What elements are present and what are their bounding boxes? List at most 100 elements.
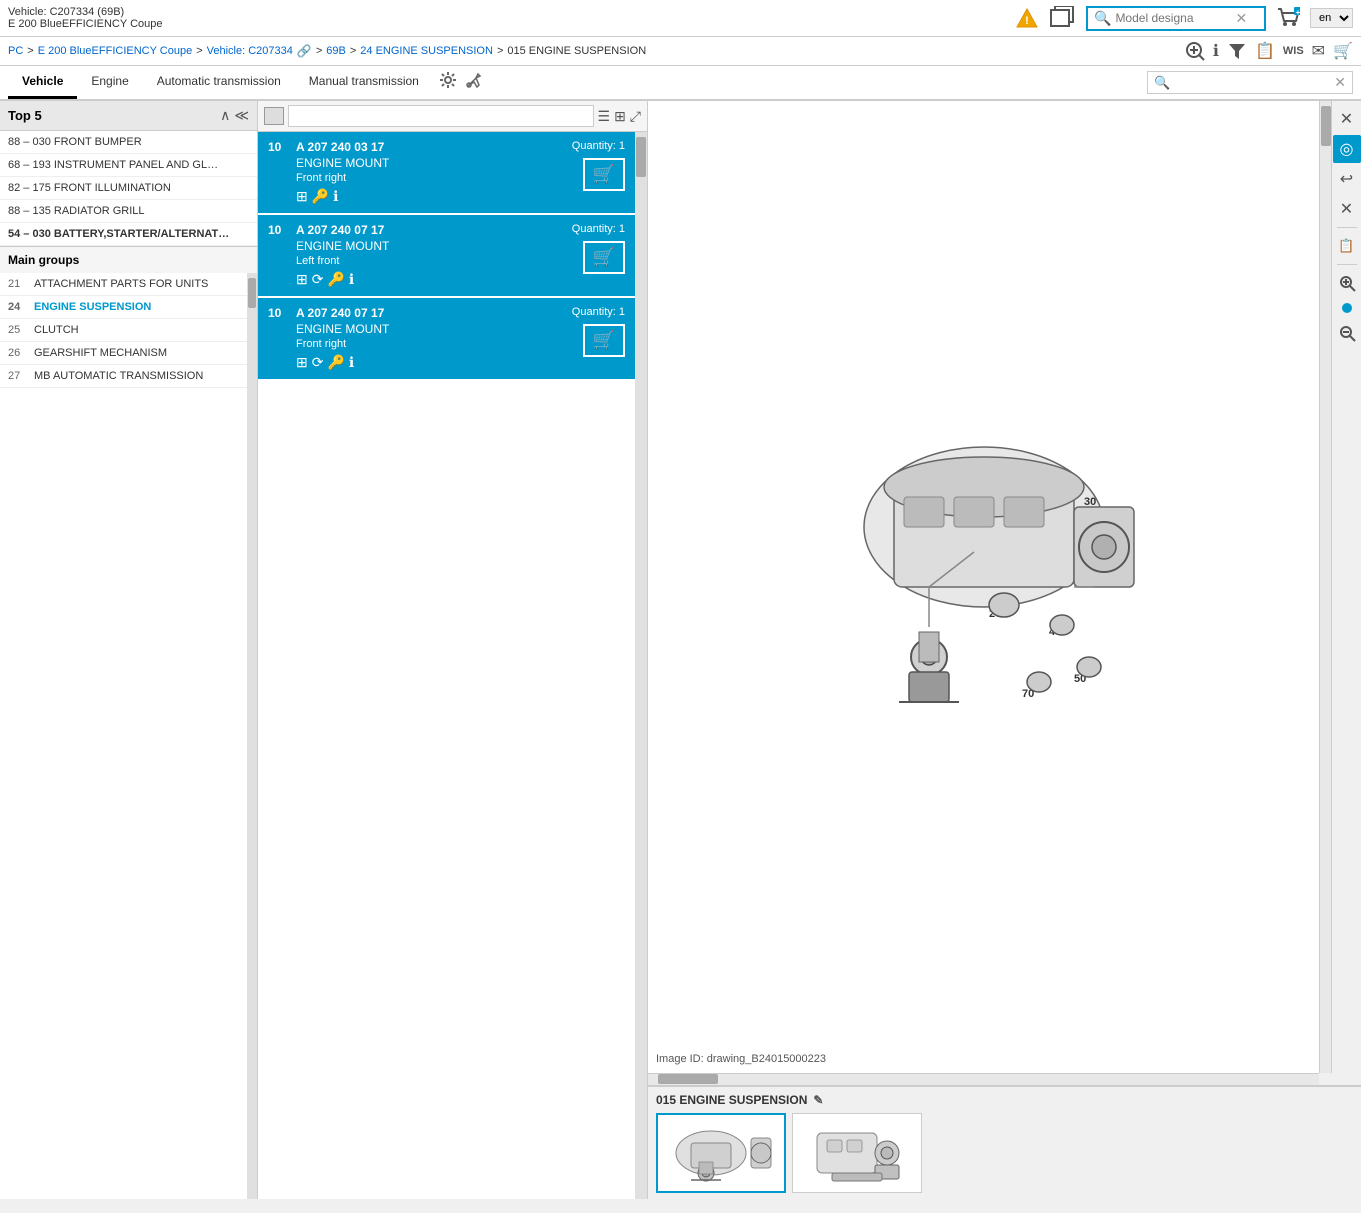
vehicle-link-icon[interactable]: 🔗: [297, 44, 312, 58]
part-refresh-btn-3[interactable]: ⟳: [312, 354, 324, 371]
parts-list: 10 A 207 240 03 17 ENGINE MOUNT Front ri…: [258, 132, 635, 1199]
top5-collapse-btn[interactable]: ∧: [220, 107, 230, 124]
tab-engine[interactable]: Engine: [77, 66, 142, 99]
thumbnail-2[interactable]: [792, 1113, 922, 1193]
part-grid-btn-1[interactable]: ⊞: [296, 188, 308, 205]
image-vscrollbar[interactable]: [1319, 101, 1331, 1073]
image-vscroll-thumb[interactable]: [1321, 106, 1331, 146]
top5-item[interactable]: 82 – 175 FRONT ILLUMINATION: [0, 177, 257, 200]
warning-btn[interactable]: !: [1014, 6, 1040, 30]
breadcrumb-vehicle[interactable]: Vehicle: C207334: [207, 45, 293, 57]
thumbnail-1[interactable]: [656, 1113, 786, 1193]
grid-view-btn[interactable]: ⊞: [614, 108, 626, 125]
part-info-btn-3[interactable]: ℹ: [349, 354, 354, 371]
part-key-btn-1[interactable]: 🔑: [312, 188, 329, 205]
model-search-input[interactable]: [1115, 11, 1235, 25]
zoom-out-rt-btn[interactable]: [1333, 319, 1361, 347]
part-info-btn-1[interactable]: ℹ: [333, 188, 338, 205]
add-to-cart-btn-1[interactable]: 🛒: [583, 158, 625, 191]
search-clear-icon[interactable]: ✕: [1235, 10, 1247, 27]
tab-search-box[interactable]: 🔍 ✕: [1147, 71, 1353, 94]
top5-item[interactable]: 88 – 135 RADIATOR GRILL: [0, 200, 257, 223]
list-view-btn[interactable]: ☰: [598, 108, 611, 125]
wis-bc-btn[interactable]: WIS: [1283, 45, 1304, 57]
zoom-in-bc-btn[interactable]: [1185, 41, 1205, 61]
image-hscroll-thumb[interactable]: [658, 1074, 718, 1084]
sidebar: Top 5 ∧ ≪ 88 – 030 FRONT BUMPER 68 – 193…: [0, 101, 258, 1199]
cart-bc-btn[interactable]: 🛒: [1333, 41, 1353, 61]
back-right-btn[interactable]: ↩: [1333, 165, 1361, 193]
close-right-btn[interactable]: ✕: [1333, 105, 1361, 133]
top5-item[interactable]: 88 – 030 FRONT BUMPER: [0, 131, 257, 154]
copy-image-btn[interactable]: 📋: [1333, 232, 1361, 260]
image-panel: 10 30 20 40 70 50: [648, 101, 1361, 1073]
part-key-btn-2[interactable]: 🔑: [327, 271, 344, 288]
svg-text:!: !: [1025, 15, 1029, 27]
part-refresh-btn-2[interactable]: ⟳: [312, 271, 324, 288]
tab-manual[interactable]: Manual transmission: [295, 66, 433, 99]
parts-scrollbar[interactable]: [635, 132, 647, 1199]
part-code-2: A 207 240 07 17: [296, 223, 564, 237]
breadcrumb-pc[interactable]: PC: [8, 45, 23, 57]
group-item-27[interactable]: 27 MB AUTOMATIC TRANSMISSION: [0, 365, 247, 388]
part-icons-2: ⊞ ⟳ 🔑 ℹ: [296, 271, 564, 288]
tab-automatic[interactable]: Automatic transmission: [143, 66, 295, 99]
top5-expand-btn[interactable]: ≪: [234, 107, 249, 124]
zoom-in-icon: [1185, 41, 1205, 61]
group-item-26[interactable]: 26 GEARSHIFT MECHANISM: [0, 342, 247, 365]
info-bc-btn[interactable]: ℹ: [1213, 41, 1219, 61]
add-to-cart-btn-2[interactable]: 🛒: [583, 241, 625, 274]
part-grid-btn-2[interactable]: ⊞: [296, 271, 308, 288]
group-item-21[interactable]: 21 ATTACHMENT PARTS FOR UNITS: [0, 273, 247, 296]
sidebar-scroll-thumb[interactable]: [248, 278, 256, 308]
wrench-tab-icon[interactable]: [463, 69, 485, 96]
top5-header: Top 5 ∧ ≪: [0, 101, 257, 131]
zoom-in-rt-btn[interactable]: [1333, 269, 1361, 297]
tab-search-clear[interactable]: ✕: [1334, 74, 1346, 91]
expand-btn[interactable]: ⤢: [630, 108, 641, 125]
target-right-btn[interactable]: ◎: [1333, 135, 1361, 163]
copy-btn[interactable]: [1048, 4, 1078, 32]
breadcrumb-path: PC > E 200 BlueEFFICIENCY Coupe > Vehicl…: [8, 44, 646, 58]
breadcrumb-current: 015 ENGINE SUSPENSION: [507, 45, 646, 57]
part-grid-btn-3[interactable]: ⊞: [296, 354, 308, 371]
top5-item[interactable]: 54 – 030 BATTERY,STARTER/ALTERNAT…: [0, 223, 257, 246]
mail-bc-btn[interactable]: ✉: [1312, 41, 1325, 61]
sidebar-scrollbar[interactable]: [247, 273, 257, 1199]
part-position-2: Left front: [296, 255, 564, 267]
tab-search-input[interactable]: [1174, 76, 1334, 90]
top5-item[interactable]: 68 – 193 INSTRUMENT PANEL AND GL…: [0, 154, 257, 177]
search-icon: 🔍: [1094, 10, 1111, 27]
tab-vehicle[interactable]: Vehicle: [8, 66, 77, 99]
thumbnail-1-img: [661, 1118, 781, 1188]
group-item-25[interactable]: 25 CLUTCH: [0, 319, 247, 342]
part-info-1: A 207 240 03 17 ENGINE MOUNT Front right…: [296, 140, 564, 205]
lang-select[interactable]: en: [1310, 8, 1353, 28]
parts-scroll-thumb[interactable]: [636, 137, 646, 177]
filter-bc-btn[interactable]: [1227, 41, 1247, 61]
cart-icon: +: [1276, 7, 1300, 29]
breadcrumb-engine-susp[interactable]: 24 ENGINE SUSPENSION: [360, 45, 493, 57]
breadcrumb-model[interactable]: E 200 BlueEFFICIENCY Coupe: [38, 45, 192, 57]
cart-btn[interactable]: +: [1274, 5, 1302, 31]
rt-dot: [1342, 303, 1352, 313]
part-info-btn-2[interactable]: ℹ: [349, 271, 354, 288]
add-to-cart-btn-3[interactable]: 🛒: [583, 324, 625, 357]
doc-bc-btn[interactable]: 📋: [1255, 41, 1275, 61]
center-toggle-btn[interactable]: [264, 107, 284, 125]
breadcrumb-69b[interactable]: 69B: [326, 45, 346, 57]
engine-diagram: 10 30 20 40 70 50: [744, 387, 1224, 787]
bottom-section: 015 ENGINE SUSPENSION ✎: [648, 1085, 1361, 1199]
group-item-24[interactable]: 24 ENGINE SUSPENSION: [0, 296, 247, 319]
center-search-input[interactable]: [288, 105, 594, 127]
edit-icon[interactable]: ✎: [813, 1093, 823, 1107]
main-groups-title: Main groups: [0, 247, 257, 273]
qty-label-2: Quantity: 1: [572, 223, 625, 235]
part-key-btn-3[interactable]: 🔑: [327, 354, 344, 371]
image-id: Image ID: drawing_B24015000223: [656, 1053, 826, 1065]
image-hscrollbar[interactable]: [648, 1073, 1319, 1085]
settings-tab-icon[interactable]: [437, 69, 459, 96]
clear-right-btn[interactable]: ✕: [1333, 195, 1361, 223]
model-search-box[interactable]: 🔍 ✕: [1086, 6, 1266, 31]
part-info-2: A 207 240 07 17 ENGINE MOUNT Left front …: [296, 223, 564, 288]
